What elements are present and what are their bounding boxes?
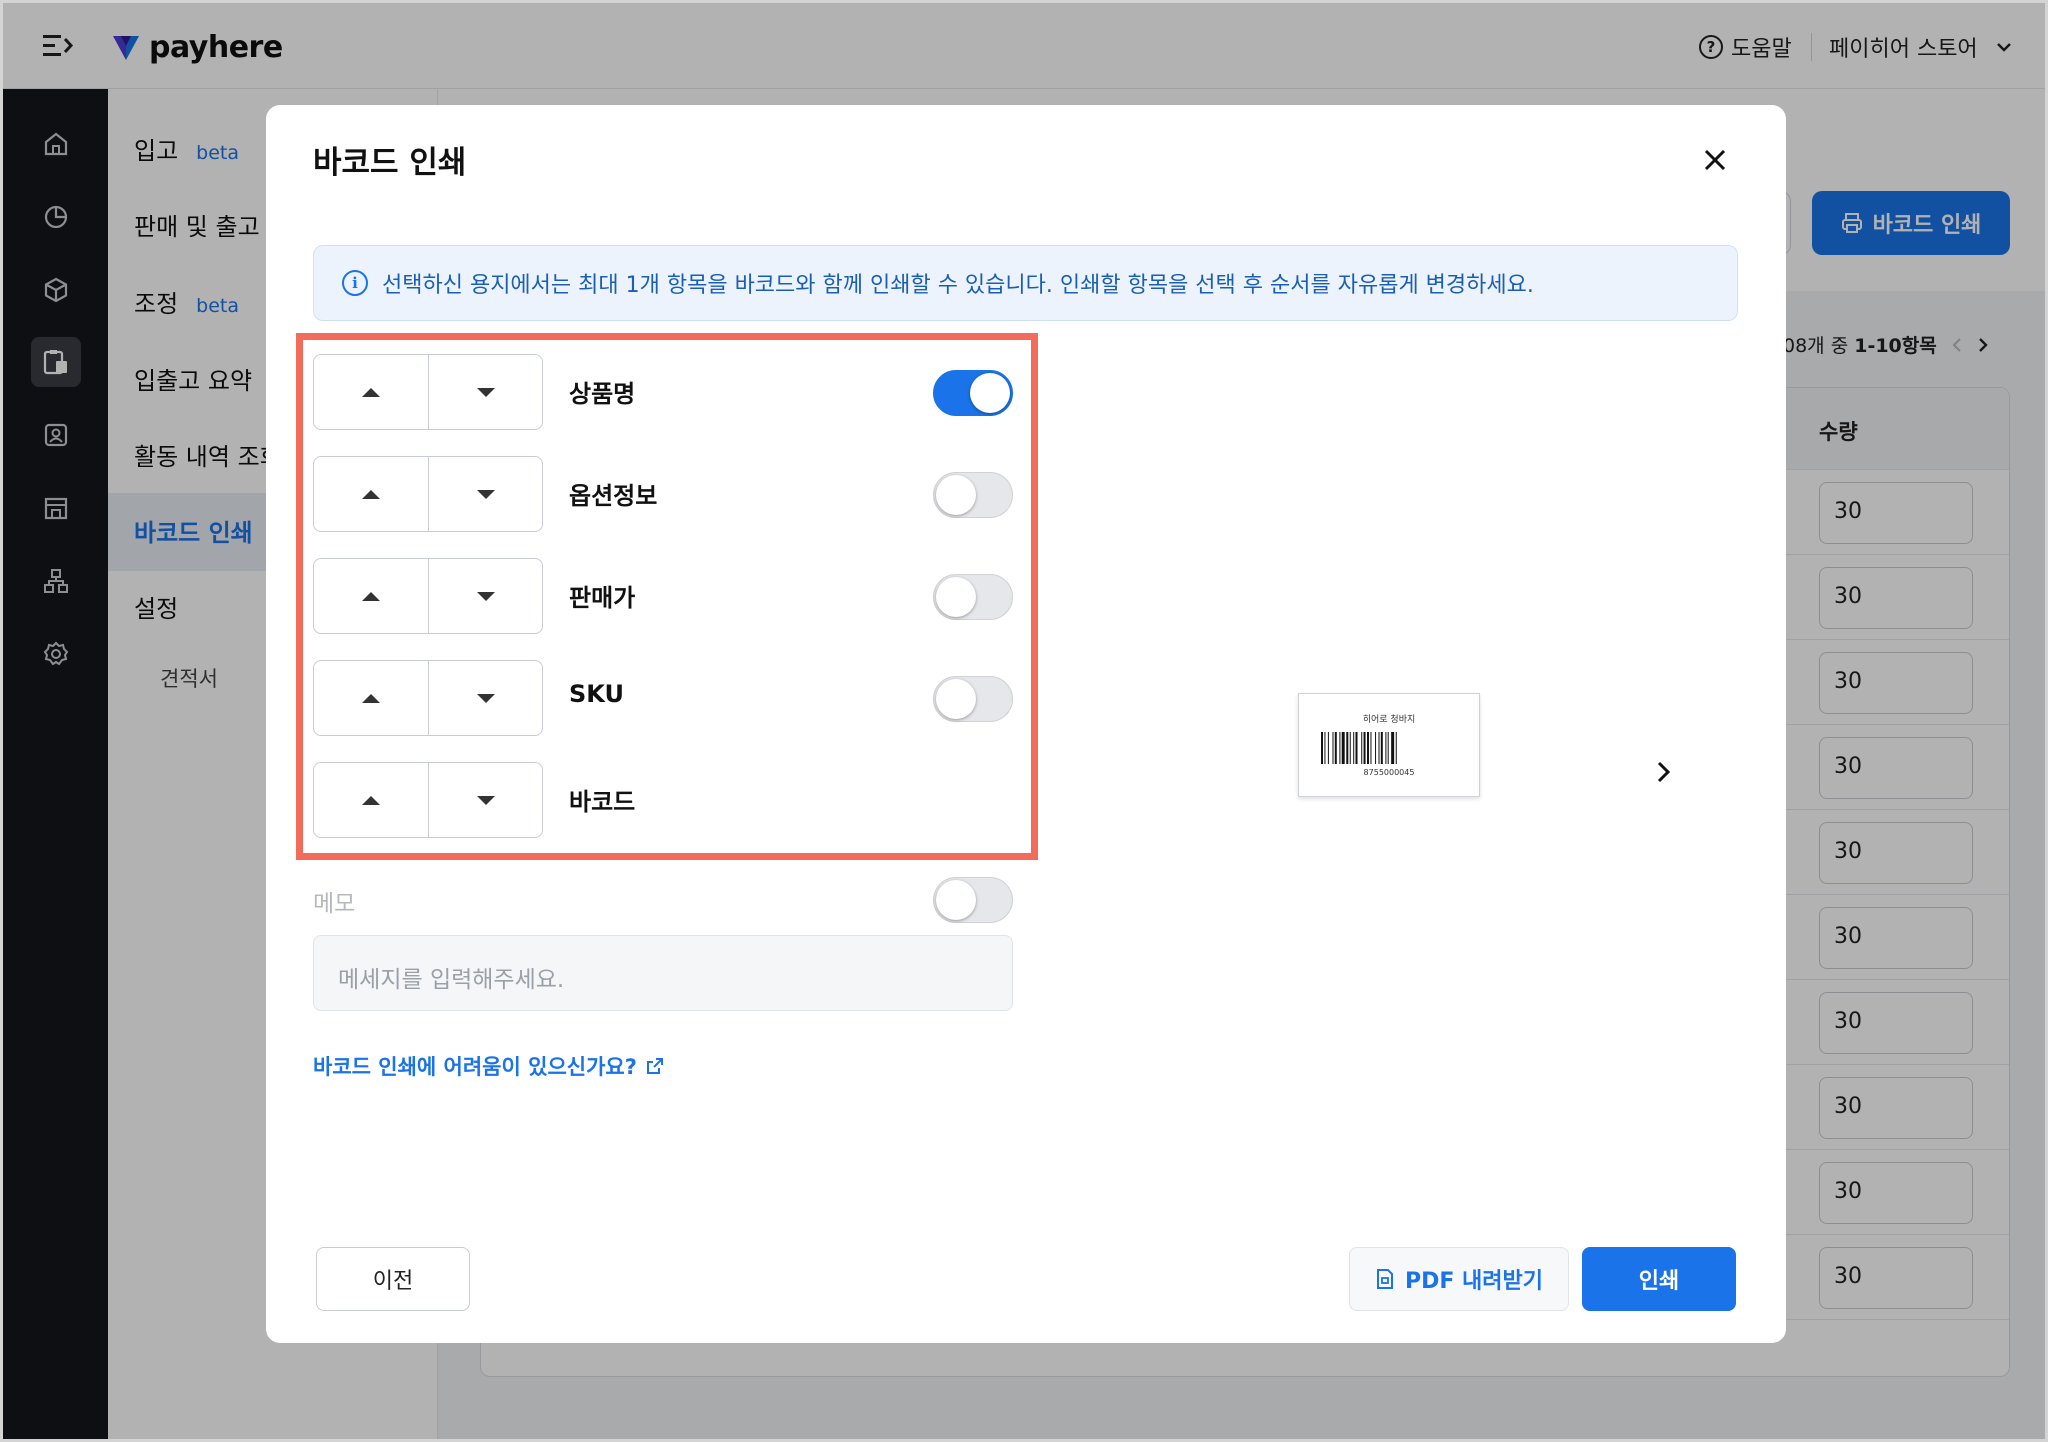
order-stepper xyxy=(313,762,543,838)
move-down-button[interactable] xyxy=(428,355,542,429)
move-up-button[interactable] xyxy=(314,661,428,735)
barcode-bar xyxy=(1353,732,1355,764)
barcode-bar xyxy=(1321,732,1323,764)
barcode-bar xyxy=(1395,732,1397,764)
barcode-bar xyxy=(1385,732,1387,764)
barcode-bars xyxy=(1321,732,1397,764)
close-icon[interactable] xyxy=(1694,139,1736,181)
barcode-bar xyxy=(1367,732,1369,764)
barcode-bar xyxy=(1361,732,1363,764)
field-label: 판매가 xyxy=(569,584,636,612)
field-toggle[interactable] xyxy=(933,574,1013,620)
move-down-button[interactable] xyxy=(428,661,542,735)
move-up-button[interactable] xyxy=(314,457,428,531)
barcode-bar xyxy=(1370,732,1372,764)
move-down-button[interactable] xyxy=(428,457,542,531)
move-up-button[interactable] xyxy=(314,355,428,429)
field-label: 바코드 xyxy=(569,788,636,816)
caret-down-icon xyxy=(476,591,495,601)
memo-input[interactable]: 메세지를 입력해주세요. xyxy=(313,935,1013,1011)
memo-toggle[interactable] xyxy=(933,877,1013,923)
chevron-right-icon[interactable] xyxy=(1648,757,1678,787)
field-row-sku: SKU xyxy=(313,660,1013,736)
move-up-button[interactable] xyxy=(314,559,428,633)
info-banner: i 선택하신 용지에서는 최대 1개 항목을 바코드와 함께 인쇄할 수 있습니… xyxy=(313,245,1738,321)
move-down-button[interactable] xyxy=(428,559,542,633)
order-stepper xyxy=(313,354,543,430)
field-toggle[interactable] xyxy=(933,676,1013,722)
barcode-label-preview: 히어로 청바지 8755000045 xyxy=(1298,693,1480,797)
print-button[interactable]: 인쇄 xyxy=(1582,1247,1736,1311)
barcode-bar xyxy=(1349,732,1351,764)
barcode-bar xyxy=(1334,732,1337,764)
external-link-icon xyxy=(646,1058,663,1074)
caret-up-icon xyxy=(362,387,380,397)
move-down-button[interactable] xyxy=(428,763,542,837)
caret-down-icon xyxy=(476,387,495,397)
toggle-knob xyxy=(936,475,976,515)
field-row-product-name: 상품명 xyxy=(313,354,1013,430)
barcode-bar xyxy=(1346,732,1349,764)
barcode-bar xyxy=(1341,732,1345,764)
field-label: 옵션정보 xyxy=(569,482,658,510)
info-icon: i xyxy=(342,270,368,296)
barcode-bar xyxy=(1391,732,1395,764)
order-stepper xyxy=(313,456,543,532)
caret-down-icon xyxy=(476,795,495,805)
app-window: payhere ? 도움말 페이히어 스토어 입고 beta 판매 및 출고 조… xyxy=(0,0,2048,1442)
memo-label: 메모 xyxy=(313,891,356,917)
barcode-bar xyxy=(1327,732,1329,764)
document-icon xyxy=(1376,1269,1393,1289)
field-row-barcode: 바코드 xyxy=(313,762,1013,838)
toggle-knob xyxy=(970,373,1010,413)
barcode-bar xyxy=(1375,732,1377,764)
caret-down-icon xyxy=(476,693,495,703)
order-stepper xyxy=(313,558,543,634)
order-stepper xyxy=(313,660,543,736)
preview-product-name: 히어로 청바지 xyxy=(1362,715,1416,725)
barcode-bar xyxy=(1332,732,1334,764)
toggle-knob xyxy=(936,577,976,617)
caret-up-icon xyxy=(362,795,380,805)
barcode-help-link[interactable]: 바코드 인쇄에 어려움이 있으신가요? xyxy=(313,1051,665,1081)
modal-title: 바코드 인쇄 xyxy=(313,145,467,181)
toggle-knob xyxy=(936,679,976,719)
field-label: SKU xyxy=(569,680,624,708)
barcode-bar xyxy=(1339,732,1341,764)
field-toggle[interactable] xyxy=(933,370,1013,416)
barcode-bar xyxy=(1387,732,1389,764)
field-toggle[interactable] xyxy=(933,472,1013,518)
barcode-bar xyxy=(1363,732,1366,764)
caret-up-icon xyxy=(362,591,380,601)
barcode-bar xyxy=(1380,732,1383,764)
toggle-knob xyxy=(936,880,976,920)
pdf-download-button[interactable]: PDF 내려받기 xyxy=(1349,1247,1569,1311)
help-link-text: 바코드 인쇄에 어려움이 있으신가요? xyxy=(313,1055,637,1079)
caret-up-icon xyxy=(362,693,380,703)
prev-button[interactable]: 이전 xyxy=(316,1247,470,1311)
barcode-bar xyxy=(1355,732,1358,764)
field-label: 상품명 xyxy=(569,380,636,408)
move-up-button[interactable] xyxy=(314,763,428,837)
caret-up-icon xyxy=(362,489,380,499)
pdf-label: PDF 내려받기 xyxy=(1404,1269,1544,1294)
preview-barcode-number: 8755000045 xyxy=(1363,768,1415,777)
info-text: 선택하신 용지에서는 최대 1개 항목을 바코드와 함께 인쇄할 수 있습니다.… xyxy=(382,273,1534,298)
barcode-print-modal: 바코드 인쇄 i 선택하신 용지에서는 최대 1개 항목을 바코드와 함께 인쇄… xyxy=(266,105,1786,1343)
barcode-bar xyxy=(1324,732,1326,764)
barcode-bar xyxy=(1378,732,1380,764)
field-row-option-info: 옵션정보 xyxy=(313,456,1013,532)
caret-down-icon xyxy=(476,489,495,499)
field-row-price: 판매가 xyxy=(313,558,1013,634)
